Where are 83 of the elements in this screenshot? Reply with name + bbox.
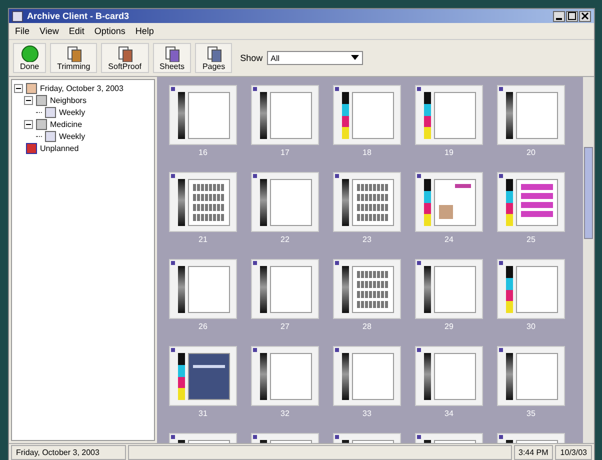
- page-number: 35: [526, 409, 536, 418]
- page-number: 18: [362, 148, 372, 157]
- page-thumbnail[interactable]: [333, 259, 401, 319]
- page-thumbnail[interactable]: [251, 259, 319, 319]
- page-thumbnail[interactable]: [169, 259, 237, 319]
- show-dropdown[interactable]: All: [266, 51, 363, 65]
- document-icon: [45, 106, 56, 118]
- maximize-button[interactable]: [566, 10, 578, 22]
- page-number: 32: [280, 409, 290, 418]
- page-thumbnail[interactable]: [169, 346, 237, 406]
- page-number: 23: [362, 235, 372, 244]
- page-thumbnail[interactable]: [251, 346, 319, 406]
- calendar-icon: [26, 82, 37, 94]
- page-number: 20: [526, 148, 536, 157]
- page-thumbnail[interactable]: [415, 346, 483, 406]
- tree-item[interactable]: Neighbors: [50, 96, 86, 104]
- document-stack-icon: [116, 45, 134, 62]
- page-number: 19: [444, 148, 454, 157]
- tree-item[interactable]: Medicine: [50, 120, 82, 128]
- tree-item[interactable]: Friday, October 3, 2003: [40, 84, 124, 92]
- menu-item[interactable]: Options: [94, 26, 126, 36]
- page-number: 16: [198, 148, 208, 157]
- square-icon: [26, 142, 37, 154]
- expand-toggle[interactable]: [24, 96, 33, 104]
- toolbar-button[interactable]: Done: [13, 43, 46, 73]
- menu-item[interactable]: View: [40, 26, 59, 36]
- page-number: 22: [280, 235, 290, 244]
- page-number: 29: [444, 322, 454, 331]
- page-number: 31: [198, 409, 208, 418]
- tree-item[interactable]: Weekly: [59, 108, 86, 116]
- vertical-scrollbar[interactable]: [583, 77, 594, 443]
- expand-toggle[interactable]: [14, 84, 23, 92]
- menu-item[interactable]: Help: [135, 26, 154, 36]
- page-number: 34: [444, 409, 454, 418]
- window-title: Archive Client - B-card3: [27, 11, 130, 21]
- close-icon: [581, 12, 589, 20]
- status-date: Friday, October 3, 2003: [11, 445, 126, 460]
- minimize-button[interactable]: [553, 10, 565, 22]
- toolbar-button[interactable]: Sheets: [152, 43, 192, 73]
- page-thumbnail[interactable]: [415, 172, 483, 232]
- page-thumbnail[interactable]: [333, 172, 401, 232]
- page-thumbnail[interactable]: [333, 85, 401, 145]
- page-thumbnail[interactable]: [169, 172, 237, 232]
- page-number: 21: [198, 235, 208, 244]
- folder-icon: [36, 94, 47, 106]
- page-thumbnail[interactable]: [169, 85, 237, 145]
- page-thumbnail[interactable]: [497, 172, 565, 232]
- status-short-date: 10/3/03: [555, 445, 592, 460]
- dropdown-arrow-icon: [350, 55, 359, 61]
- page-number: 33: [362, 409, 372, 418]
- page-thumbnail[interactable]: [415, 259, 483, 319]
- show-label: Show: [240, 53, 263, 63]
- page-number: 26: [198, 322, 208, 331]
- toolbar-button[interactable]: SoftProof: [101, 43, 149, 73]
- page-number: 27: [280, 322, 290, 331]
- page-thumbnail[interactable]: [251, 85, 319, 145]
- document-stack-icon: [204, 45, 223, 62]
- page-number: 17: [280, 148, 290, 157]
- tree-item[interactable]: Unplanned: [40, 144, 79, 152]
- page-thumbnail[interactable]: [333, 346, 401, 406]
- page-number: 24: [444, 235, 454, 244]
- menu-item[interactable]: File: [15, 26, 30, 36]
- document-stack-icon: [64, 45, 83, 62]
- toolbar-button[interactable]: Trimming: [50, 43, 98, 73]
- page-thumbnail[interactable]: [497, 346, 565, 406]
- page-thumbnail[interactable]: [251, 172, 319, 232]
- folder-icon: [36, 118, 47, 130]
- page-thumbnail[interactable]: [497, 85, 565, 145]
- document-stack-icon: [162, 45, 181, 62]
- page-number: 30: [526, 322, 536, 331]
- expand-toggle[interactable]: [24, 120, 33, 128]
- maximize-icon: [568, 12, 576, 20]
- app-icon: [12, 10, 23, 22]
- page-thumbnail[interactable]: [415, 85, 483, 145]
- close-button[interactable]: [579, 10, 591, 22]
- page-number: 28: [362, 322, 372, 331]
- tree-item[interactable]: Weekly: [59, 132, 86, 140]
- page-thumbnail[interactable]: [497, 259, 565, 319]
- menu-item[interactable]: Edit: [68, 26, 84, 36]
- status-time: 3:44 PM: [514, 445, 554, 460]
- page-number: 25: [526, 235, 536, 244]
- toolbar-button[interactable]: Pages: [195, 43, 232, 73]
- document-icon: [45, 130, 56, 142]
